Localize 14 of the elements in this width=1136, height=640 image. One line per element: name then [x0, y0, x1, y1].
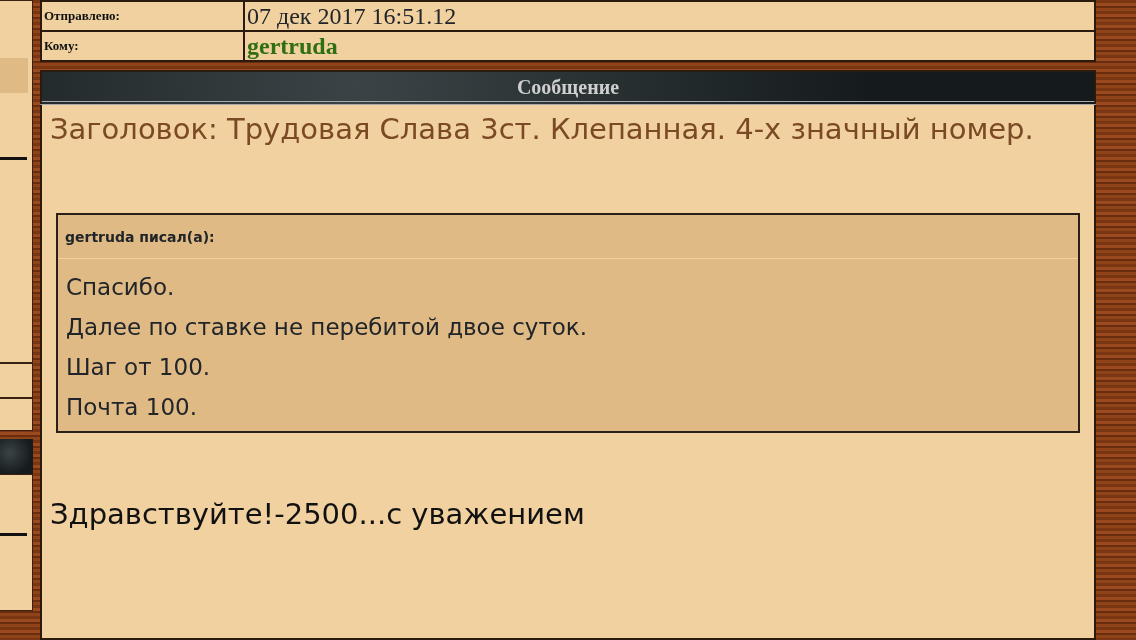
message-subject: Заголовок: Трудовая Слава 3ст. Клепанная. 4-х значный номер.	[50, 111, 1035, 148]
message-text: Здравствуйте!-2500...с уважением	[50, 495, 586, 533]
quote-line: Далее по ставке не перебитой двое суток.	[65, 312, 589, 342]
quote-line: Шаг от 100.	[65, 352, 212, 382]
field-label: Кому:	[41, 31, 244, 61]
field-value: 07 дек 2017 16:51.12	[244, 1, 1095, 31]
quote-line: Спасибо.	[65, 272, 176, 302]
section-header: Сообщение	[40, 70, 1096, 105]
recipient-name: gertruda	[244, 31, 1095, 61]
quote-line: Почта 100.	[65, 392, 198, 422]
quote-author: gertruda писал(а):	[58, 214, 1078, 259]
sidebar-rule	[0, 157, 27, 160]
field-label: Отправлено:	[41, 1, 244, 31]
sidebar-rule	[0, 533, 27, 536]
